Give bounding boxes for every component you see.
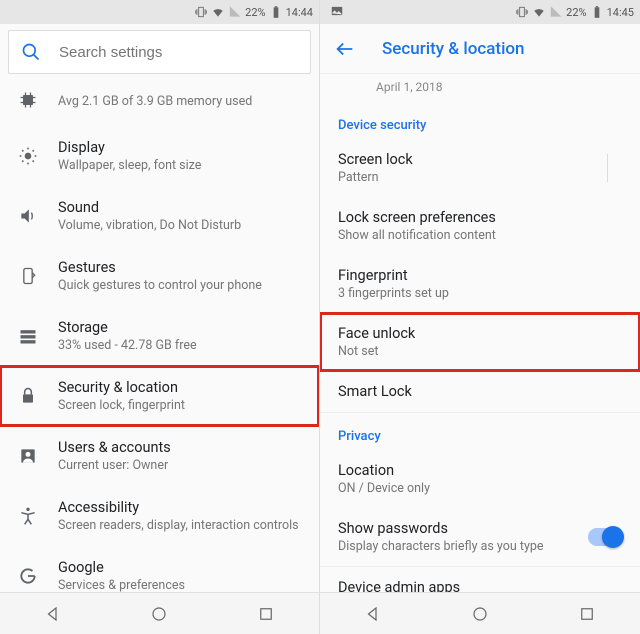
display-row[interactable]: DisplayWallpaper, sleep, font size <box>0 126 319 186</box>
status-bar: 22% 14:44 <box>0 0 319 24</box>
battery-pct: 22% <box>245 6 265 19</box>
app-bar: Security & location <box>320 24 640 74</box>
storage-icon <box>18 326 38 346</box>
nav-bar <box>0 592 319 634</box>
image-icon <box>330 4 344 18</box>
sound-row[interactable]: SoundVolume, vibration, Do Not Disturb <box>0 186 319 246</box>
device-admin-row[interactable]: Device admin appsNo active apps <box>320 567 640 592</box>
signal-icon <box>228 5 242 19</box>
recent-nav-icon[interactable] <box>257 605 275 623</box>
lockscreen-prefs-row[interactable]: Lock screen preferencesShow all notifica… <box>320 197 640 255</box>
search-bar[interactable] <box>8 30 311 74</box>
vibrate-icon <box>515 5 529 19</box>
divider <box>607 154 608 182</box>
google-icon <box>18 566 38 586</box>
battery-icon <box>590 5 604 19</box>
gesture-icon <box>18 266 38 286</box>
smart-lock-row[interactable]: Smart Lock <box>320 371 640 412</box>
search-icon <box>21 42 41 62</box>
storage-row[interactable]: Storage33% used - 42.78 GB free <box>0 306 319 366</box>
home-nav-icon[interactable] <box>471 605 489 623</box>
memory-row[interactable]: Avg 2.1 GB of 3.9 GB memory used <box>0 74 319 126</box>
back-nav-icon[interactable] <box>364 605 382 623</box>
clock: 14:45 <box>607 6 634 19</box>
memory-sub: Avg 2.1 GB of 3.9 GB memory used <box>58 94 303 109</box>
lock-icon <box>18 386 38 406</box>
nav-bar <box>320 592 640 634</box>
accessibility-icon <box>18 506 38 526</box>
location-row[interactable]: LocationON / Device only <box>320 450 640 508</box>
user-icon <box>18 446 38 466</box>
security-list: April 1, 2018 Device security Screen loc… <box>320 74 640 592</box>
battery-pct: 22% <box>566 6 586 19</box>
date-sub: April 1, 2018 <box>320 74 640 102</box>
battery-icon <box>269 5 283 19</box>
wifi-icon <box>211 5 225 19</box>
vibrate-icon <box>194 5 208 19</box>
clock: 14:44 <box>286 6 313 19</box>
security-screen: 22% 14:45 Security & location April 1, 2… <box>320 0 640 634</box>
wifi-icon <box>532 5 546 19</box>
back-arrow-icon[interactable] <box>334 38 356 60</box>
recent-nav-icon[interactable] <box>578 605 596 623</box>
fingerprint-row[interactable]: Fingerprint3 fingerprints set up <box>320 255 640 313</box>
brightness-icon <box>18 146 38 166</box>
section-privacy: Privacy <box>320 413 640 450</box>
security-row[interactable]: Security & locationScreen lock, fingerpr… <box>0 366 319 426</box>
show-passwords-toggle[interactable] <box>588 528 622 546</box>
google-row[interactable]: GoogleServices & preferences <box>0 546 319 592</box>
chip-icon <box>18 90 38 110</box>
volume-icon <box>18 206 38 226</box>
back-nav-icon[interactable] <box>44 605 62 623</box>
settings-screen: 22% 14:44 Avg 2.1 GB of 3.9 GB memory us… <box>0 0 320 634</box>
status-bar: 22% 14:45 <box>320 0 640 24</box>
settings-list: Avg 2.1 GB of 3.9 GB memory used Display… <box>0 74 319 592</box>
section-device-security: Device security <box>320 102 640 139</box>
signal-icon <box>549 5 563 19</box>
gestures-row[interactable]: GesturesQuick gestures to control your p… <box>0 246 319 306</box>
search-input[interactable] <box>59 44 298 61</box>
face-unlock-row[interactable]: Face unlockNot set <box>320 313 640 371</box>
users-row[interactable]: Users & accountsCurrent user: Owner <box>0 426 319 486</box>
page-title: Security & location <box>382 39 525 59</box>
show-passwords-row[interactable]: Show passwordsDisplay characters briefly… <box>320 508 640 566</box>
a11y-row[interactable]: AccessibilityScreen readers, display, in… <box>0 486 319 546</box>
screen-lock-row[interactable]: Screen lockPattern <box>320 139 640 197</box>
home-nav-icon[interactable] <box>150 605 168 623</box>
